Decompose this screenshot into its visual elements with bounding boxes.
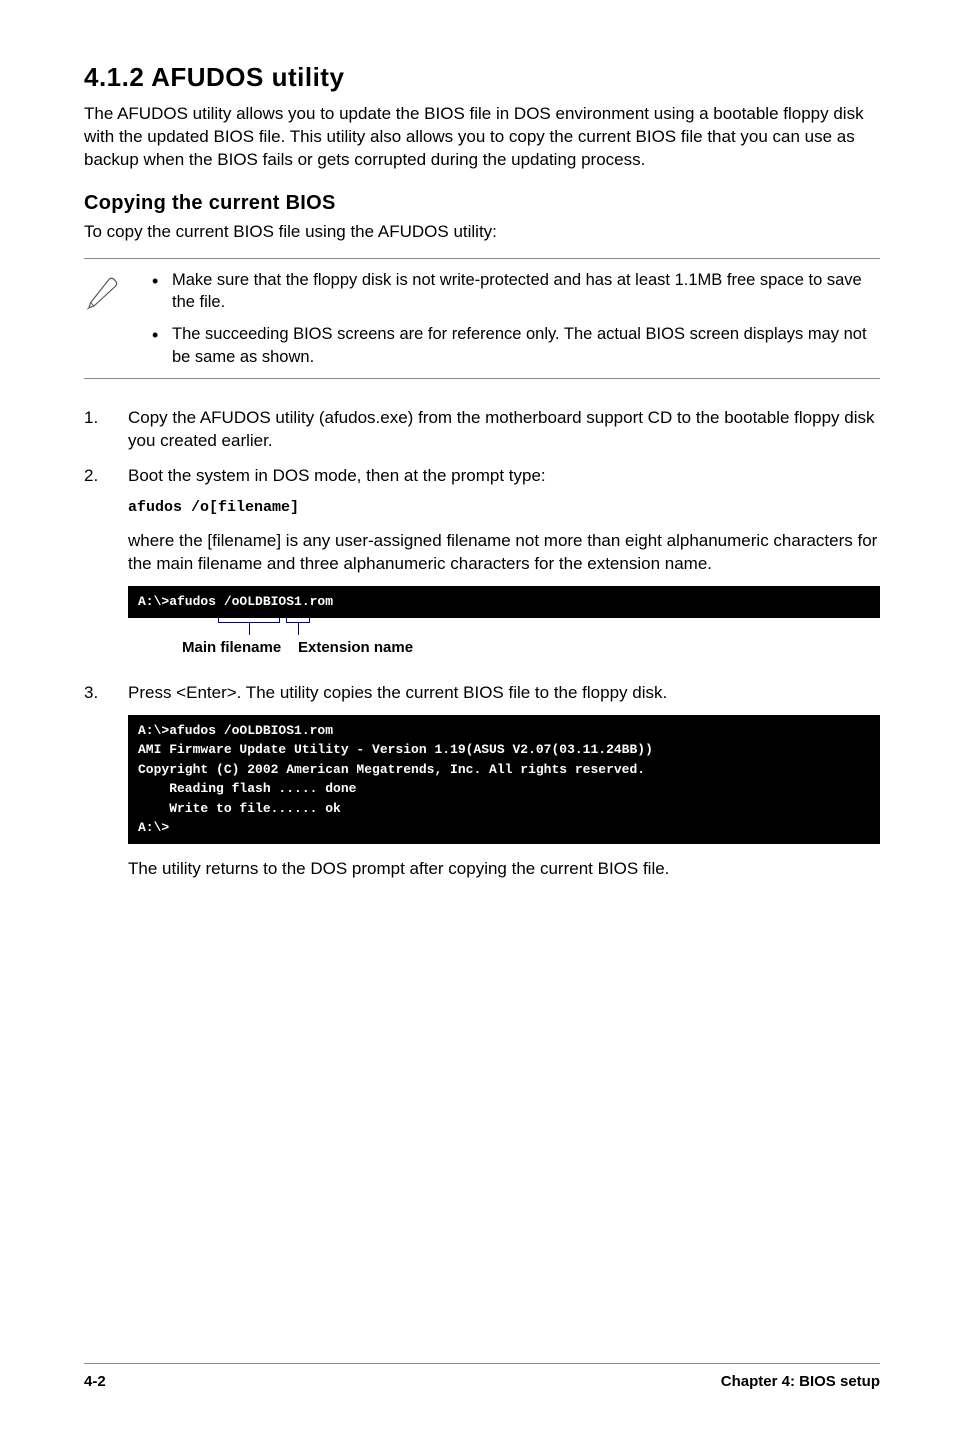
step-3: Press <Enter>. The utility copies the cu… [84,682,880,881]
extension-name-label: Extension name [298,638,413,658]
note-list: Make sure that the floppy disk is not wr… [144,269,880,368]
step-subtext: The utility returns to the DOS prompt af… [128,858,880,881]
filename-annotation: Main filename Extension name [128,622,880,670]
step-subtext: where the [filename] is any user-assigne… [128,530,880,576]
intro-paragraph: The AFUDOS utility allows you to update … [84,103,880,172]
step-1: Copy the AFUDOS utility (afudos.exe) fro… [84,407,880,453]
terminal-output: A:\>afudos /oOLDBIOS1.rom [128,586,880,618]
note-item: The succeeding BIOS screens are for refe… [144,323,880,368]
section-heading: 4.1.2 AFUDOS utility [84,60,880,95]
page-number: 4-2 [84,1372,106,1392]
pencil-icon [84,269,126,368]
page-footer: 4-2 Chapter 4: BIOS setup [84,1363,880,1392]
subsection-heading: Copying the current BIOS [84,190,880,217]
chapter-label: Chapter 4: BIOS setup [721,1372,880,1392]
step-2: Boot the system in DOS mode, then at the… [84,465,880,670]
command-text: afudos /o[filename] [128,498,880,518]
subsection-intro: To copy the current BIOS file using the … [84,221,880,244]
step-text: Boot the system in DOS mode, then at the… [128,466,546,485]
step-text: Press <Enter>. The utility copies the cu… [128,683,667,702]
note-box: Make sure that the floppy disk is not wr… [84,258,880,379]
step-text: Copy the AFUDOS utility (afudos.exe) fro… [128,408,874,450]
note-item: Make sure that the floppy disk is not wr… [144,269,880,314]
main-filename-label: Main filename [182,638,281,658]
terminal-output: A:\>afudos /oOLDBIOS1.rom AMI Firmware U… [128,715,880,844]
